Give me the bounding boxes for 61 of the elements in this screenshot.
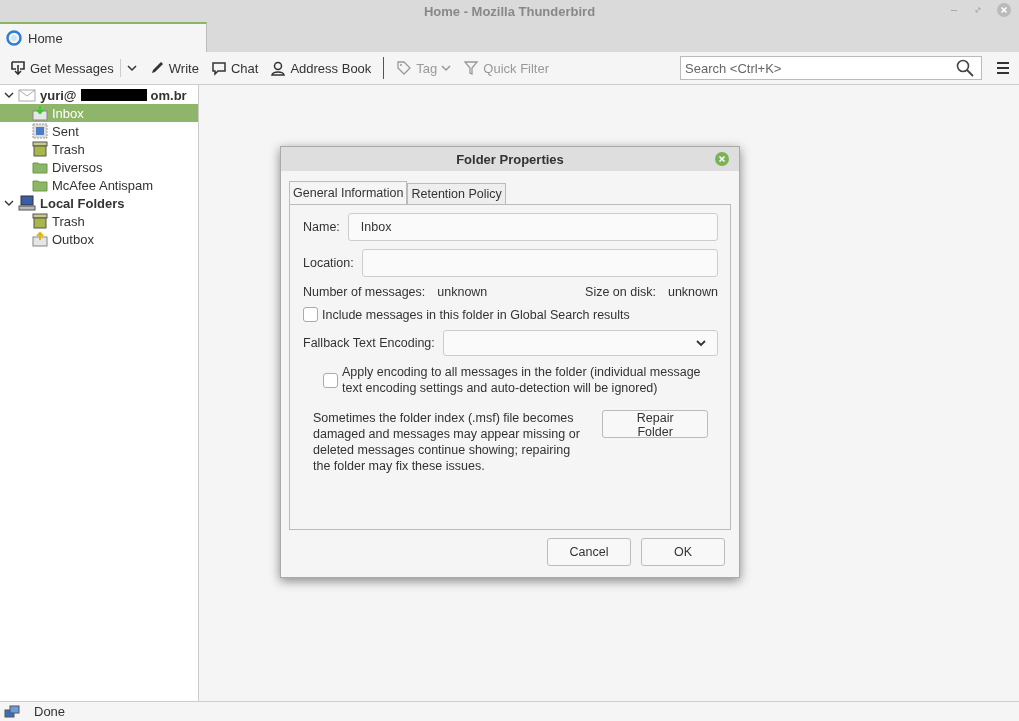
stamp-icon [32,123,48,139]
get-messages-button[interactable]: Get Messages [4,55,143,81]
retention-policy-tab[interactable]: Retention Policy [407,183,506,204]
cancel-button[interactable]: Cancel [547,538,631,566]
checkbox-label: Include messages in this folder in Global Search results [322,307,630,322]
thunderbird-icon [6,30,22,46]
folder-item[interactable]: Trash [0,212,198,230]
folder-icon [32,159,48,175]
folder-item[interactable]: Outbox [0,230,198,248]
ok-button[interactable]: OK [641,538,725,566]
checkbox[interactable] [303,307,318,322]
checkbox[interactable] [323,372,338,388]
search-field[interactable]: Search <Ctrl+K> [680,56,982,80]
caret-icon [695,338,707,348]
encoding-label: Fallback Text Encoding: [303,336,435,350]
write-button[interactable]: Write [142,55,205,81]
account-item[interactable]: yuri@ om.br [0,86,198,104]
repair-folder-button[interactable]: Repair Folder [602,410,708,438]
address-book-button[interactable]: Address Book [264,55,378,81]
general-information-tab[interactable]: General Information [289,181,408,205]
folder-item[interactable]: Sent [0,122,198,140]
chat-button[interactable]: Chat [204,55,265,81]
name-label: Name: [303,220,340,234]
dialog-title: Folder Properties [456,151,564,167]
stat-value: unknown [437,285,488,299]
folder-item[interactable]: Trash [0,140,198,158]
trash-icon [32,213,48,229]
folder-icon [32,177,48,193]
stat-label: Number of messages: [303,285,426,299]
trash-icon [32,141,48,157]
close-icon[interactable] [715,152,729,166]
close-icon[interactable] [997,3,1011,17]
stat-value: unknown [667,285,718,299]
network-icon [4,704,20,719]
computer-icon [18,195,36,211]
funnel-icon [463,60,480,76]
account-item[interactable]: Local Folders [0,194,198,212]
tag-icon [396,60,413,76]
status-text: Done [34,704,66,719]
speech-bubble-icon [210,60,227,76]
encoding-dropdown[interactable] [442,330,718,356]
caret-icon[interactable] [126,63,137,73]
folder-item[interactable]: Diversos [0,158,198,176]
location-field[interactable] [361,249,718,277]
inbox-icon [32,105,48,121]
caret-icon[interactable] [4,198,14,208]
stat-label: Size on disk: [585,285,656,299]
download-icon [10,60,26,76]
outbox-icon [32,231,48,247]
repair-description: Sometimes the folder index (.msf) file becomes damaged and messages may appear missing or deleted messages continue showing; repairing the folder may fix these issues. [313,410,581,474]
home-tab[interactable]: Home [0,22,207,52]
name-field[interactable]: Inbox [347,213,718,241]
folder-item[interactable]: McAfee Antispam [0,176,198,194]
checkbox-label: Apply encoding to all messages in the folder (individual message text encoding settings and auto-detection will be ignored) [342,364,702,396]
maximize-icon[interactable] [973,5,983,15]
window-title: Home - Mozilla Thunderbird [423,3,596,19]
location-label: Location: [303,256,354,270]
menu-icon[interactable] [996,61,1010,75]
caret-icon[interactable] [4,90,14,100]
envelope-icon [18,88,36,102]
person-icon [270,60,287,76]
